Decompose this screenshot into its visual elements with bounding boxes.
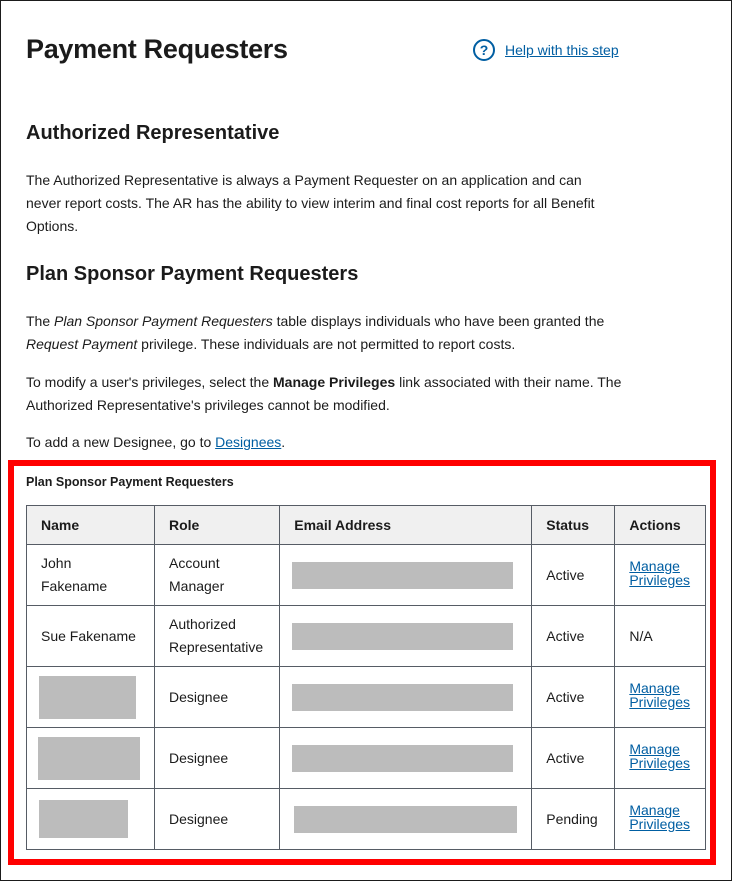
status-cell: Active <box>531 605 616 667</box>
name-cell: John Fakename <box>26 544 155 606</box>
role-cell: Account Manager <box>153 544 281 606</box>
name-cell <box>26 727 155 789</box>
email-cell <box>279 727 533 789</box>
designees-link[interactable]: Designees <box>215 434 281 450</box>
table-row: Sue Fakename Authorized Representative A… <box>26 605 706 667</box>
text: The <box>26 313 55 329</box>
email-cell <box>279 605 533 667</box>
actions-cell: Manage Privileges <box>614 666 706 728</box>
name-cell <box>26 666 155 728</box>
question-circle-icon: ? <box>473 39 495 61</box>
name-cell: Sue Fakename <box>26 605 155 667</box>
column-header-status: Status <box>531 505 616 545</box>
table-row: John Fakename Account Manager Active Man… <box>26 544 706 606</box>
status-cell: Pending <box>531 788 616 850</box>
name-cell <box>26 788 155 850</box>
manage-privileges-link[interactable]: Manage Privileges <box>629 559 691 587</box>
email-cell <box>279 666 533 728</box>
role-text: Account Manager <box>169 555 225 594</box>
email-cell <box>279 544 533 606</box>
text: privilege. These individuals are not per… <box>137 336 516 352</box>
role-cell: Designee <box>153 788 281 850</box>
table-row: Designee Active Manage Privileges <box>26 666 706 728</box>
status-cell: Active <box>531 544 616 606</box>
payment-requesters-table: Name Role Email Address Status Actions J… <box>26 505 706 850</box>
manage-privileges-emphasis: Manage Privileges <box>273 374 396 390</box>
table-row: Designee Active Manage Privileges <box>26 727 706 789</box>
redacted-email <box>294 805 518 833</box>
authorized-representative-text: The Authorized Representative is always … <box>26 172 595 234</box>
manage-privileges-link[interactable]: Manage Privileges <box>629 742 691 770</box>
role-cell: Designee <box>153 727 281 789</box>
column-header-email: Email Address <box>279 505 533 545</box>
actions-cell: Manage Privileges <box>614 544 706 606</box>
email-cell <box>279 788 533 850</box>
table-name-emphasis: Plan Sponsor Payment Requesters <box>54 313 273 329</box>
column-header-role: Role <box>153 505 281 545</box>
actions-cell: Manage Privileges <box>614 788 706 850</box>
help-link[interactable]: ? Help with this step <box>473 39 619 61</box>
authorized-representative-heading: Authorized Representative <box>26 122 280 144</box>
role-cell: Designee <box>153 666 281 728</box>
manage-privileges-link[interactable]: Manage Privileges <box>629 803 691 831</box>
text: To add a new Designee, go to <box>26 434 216 450</box>
redacted-email <box>292 683 514 711</box>
privilege-emphasis: Request Payment <box>26 336 138 352</box>
redacted-email <box>292 561 514 589</box>
text: table displays individuals who have been… <box>272 313 605 329</box>
table-caption: Plan Sponsor Payment Requesters <box>26 475 234 489</box>
page-title: Payment Requesters <box>26 34 288 64</box>
status-cell: Active <box>531 666 616 728</box>
status-cell: Active <box>531 727 616 789</box>
plan-sponsor-description: The Plan Sponsor Payment Requesters tabl… <box>26 310 616 356</box>
plan-sponsor-heading: Plan Sponsor Payment Requesters <box>26 263 359 285</box>
redacted-name <box>38 736 140 780</box>
role-cell: Authorized Representative <box>153 605 281 667</box>
redacted-email <box>292 744 514 772</box>
actions-cell: N/A <box>614 605 706 667</box>
modify-privileges-instructions: To modify a user's privileges, select th… <box>26 371 626 417</box>
add-designee-instructions: To add a new Designee, go to Designees. <box>26 431 626 454</box>
manage-privileges-link[interactable]: Manage Privileges <box>629 681 691 709</box>
column-header-actions: Actions <box>614 505 706 545</box>
help-link-label: Help with this step <box>505 42 619 58</box>
table-header-row: Name Role Email Address Status Actions <box>26 505 706 545</box>
name-text: John Fakename <box>41 555 108 594</box>
text: . <box>281 434 286 450</box>
text: To modify a user's privileges, select th… <box>26 374 274 390</box>
redacted-name <box>39 675 136 719</box>
table-row: Designee Pending Manage Privileges <box>26 788 706 850</box>
column-header-name: Name <box>26 505 155 545</box>
actions-cell: Manage Privileges <box>614 727 706 789</box>
redacted-name <box>39 800 128 838</box>
redacted-email <box>292 622 514 650</box>
